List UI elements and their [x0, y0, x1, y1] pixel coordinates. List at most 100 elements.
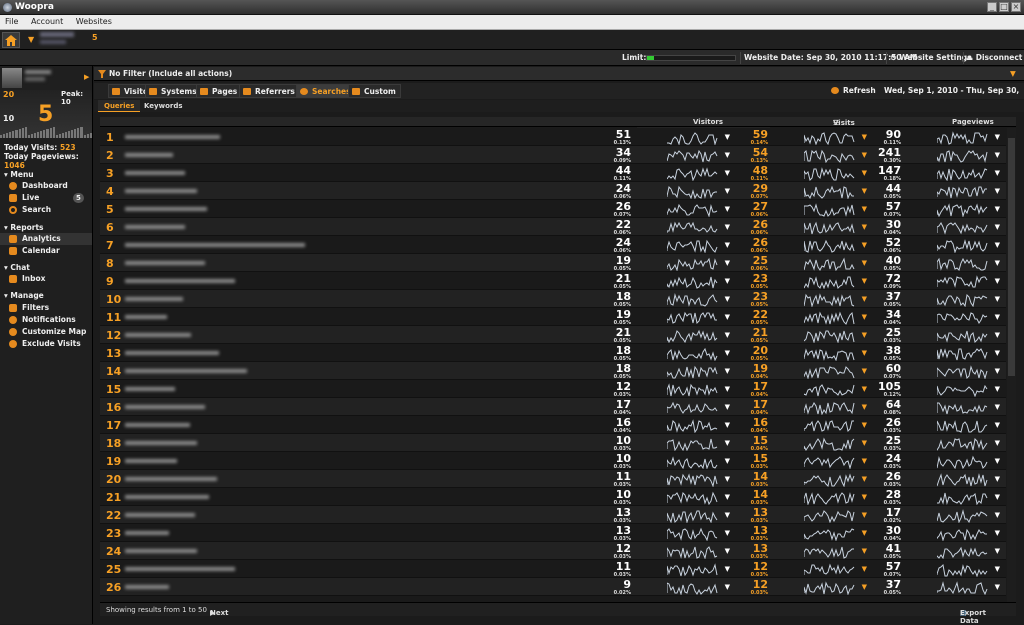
table-row[interactable]: 24 12 0.03% ▼ 13 0.03% ▼ 41 0.05% ▼: [100, 542, 1006, 560]
metric-dropdown-icon[interactable]: ▼: [995, 493, 1000, 501]
table-row[interactable]: 17 16 0.04% ▼ 16 0.04% ▼ 26 0.03% ▼: [100, 416, 1006, 434]
metric-dropdown-icon[interactable]: ▼: [995, 565, 1000, 573]
query-text-redacted[interactable]: [125, 387, 175, 391]
metric-dropdown-icon[interactable]: ▼: [725, 277, 730, 285]
close-button[interactable]: ×: [1011, 2, 1021, 12]
query-text-redacted[interactable]: [125, 189, 197, 193]
table-row[interactable]: 4 24 0.06% ▼ 29 0.07% ▼ 44 0.05% ▼: [100, 182, 1006, 200]
metric-dropdown-icon[interactable]: ▼: [995, 439, 1000, 447]
metric-dropdown-icon[interactable]: ▼: [862, 457, 867, 465]
table-row[interactable]: 14 18 0.05% ▼ 19 0.04% ▼ 60 0.07% ▼: [100, 362, 1006, 380]
metric-dropdown-icon[interactable]: ▼: [725, 331, 730, 339]
metric-dropdown-icon[interactable]: ▼: [725, 385, 730, 393]
table-row[interactable]: 9 21 0.05% ▼ 23 0.05% ▼ 72 0.09% ▼: [100, 272, 1006, 290]
query-text-redacted[interactable]: [125, 153, 173, 157]
metric-dropdown-icon[interactable]: ▼: [725, 493, 730, 501]
table-row[interactable]: 10 18 0.05% ▼ 23 0.05% ▼ 37 0.05% ▼: [100, 290, 1006, 308]
table-row[interactable]: 15 12 0.03% ▼ 17 0.04% ▼ 105 0.12% ▼: [100, 380, 1006, 398]
subtab-queries[interactable]: Queries: [98, 100, 141, 112]
metric-dropdown-icon[interactable]: ▼: [862, 151, 867, 159]
query-text-redacted[interactable]: [125, 333, 191, 337]
metric-dropdown-icon[interactable]: ▼: [995, 457, 1000, 465]
menu-websites[interactable]: Websites: [71, 15, 117, 28]
query-text-redacted[interactable]: [125, 585, 169, 589]
query-text-redacted[interactable]: [125, 441, 197, 445]
metric-dropdown-icon[interactable]: ▼: [995, 277, 1000, 285]
website-settings-button[interactable]: ⚙ Website Settings: [890, 53, 972, 62]
sidebar-item-analytics[interactable]: Analytics: [0, 233, 92, 245]
tab-custom[interactable]: Custom: [348, 84, 401, 98]
metric-dropdown-icon[interactable]: ▼: [862, 439, 867, 447]
metric-dropdown-icon[interactable]: ▼: [862, 331, 867, 339]
metric-dropdown-icon[interactable]: ▼: [725, 295, 730, 303]
table-row[interactable]: 7 24 0.06% ▼ 26 0.06% ▼ 52 0.06% ▼: [100, 236, 1006, 254]
query-text-redacted[interactable]: [125, 261, 205, 265]
metric-dropdown-icon[interactable]: ▼: [725, 259, 730, 267]
metric-dropdown-icon[interactable]: ▼: [725, 547, 730, 555]
table-row[interactable]: 12 21 0.05% ▼ 21 0.05% ▼ 25 0.03% ▼: [100, 326, 1006, 344]
tab-pages[interactable]: Pages: [196, 84, 243, 98]
metric-dropdown-icon[interactable]: ▼: [862, 511, 867, 519]
query-text-redacted[interactable]: [125, 279, 235, 283]
metric-dropdown-icon[interactable]: ▼: [862, 133, 867, 141]
metric-dropdown-icon[interactable]: ▼: [862, 205, 867, 213]
column-visitors[interactable]: Visitors: [693, 118, 723, 126]
home-button[interactable]: [2, 32, 20, 48]
refresh-button[interactable]: Refresh: [828, 84, 880, 98]
metric-dropdown-icon[interactable]: ▼: [862, 367, 867, 375]
tab-referrers[interactable]: Referrers: [239, 84, 300, 98]
table-row[interactable]: 26 9 0.02% ▼ 12 0.03% ▼ 37 0.05% ▼: [100, 578, 1006, 596]
metric-dropdown-icon[interactable]: ▼: [725, 313, 730, 321]
metric-dropdown-icon[interactable]: ▼: [862, 187, 867, 195]
metric-dropdown-icon[interactable]: ▼: [862, 493, 867, 501]
metric-dropdown-icon[interactable]: ▼: [862, 421, 867, 429]
table-row[interactable]: 16 17 0.04% ▼ 17 0.04% ▼ 64 0.08% ▼: [100, 398, 1006, 416]
table-row[interactable]: 20 11 0.03% ▼ 14 0.03% ▼ 26 0.03% ▼: [100, 470, 1006, 488]
sidebar-item-exclude-visits[interactable]: Exclude Visits: [0, 338, 92, 350]
metric-dropdown-icon[interactable]: ▼: [862, 169, 867, 177]
filter-dropdown-icon[interactable]: ▼: [1010, 69, 1016, 78]
section-chat[interactable]: ▾ Chat: [4, 263, 30, 272]
metric-dropdown-icon[interactable]: ▼: [862, 403, 867, 411]
metric-dropdown-icon[interactable]: ▼: [995, 403, 1000, 411]
metric-dropdown-icon[interactable]: ▼: [862, 277, 867, 285]
query-text-redacted[interactable]: [125, 351, 219, 355]
table-row[interactable]: 6 22 0.06% ▼ 26 0.06% ▼ 30 0.04% ▼: [100, 218, 1006, 236]
table-row[interactable]: 8 19 0.05% ▼ 25 0.06% ▼ 40 0.05% ▼: [100, 254, 1006, 272]
metric-dropdown-icon[interactable]: ▼: [862, 565, 867, 573]
metric-dropdown-icon[interactable]: ▼: [725, 529, 730, 537]
sidebar-item-inbox[interactable]: Inbox: [0, 273, 92, 285]
metric-dropdown-icon[interactable]: ▼: [862, 349, 867, 357]
sidebar-item-filters[interactable]: Filters: [0, 302, 92, 314]
query-text-redacted[interactable]: [125, 459, 177, 463]
sidebar-item-customize-map[interactable]: Customize Map: [0, 326, 92, 338]
sidebar-item-notifications[interactable]: Notifications: [0, 314, 92, 326]
metric-dropdown-icon[interactable]: ▼: [862, 475, 867, 483]
table-row[interactable]: 1 51 0.13% ▼ 59 0.14% ▼ 90 0.11% ▼: [100, 128, 1006, 146]
metric-dropdown-icon[interactable]: ▼: [725, 151, 730, 159]
metric-dropdown-icon[interactable]: ▼: [995, 367, 1000, 375]
metric-dropdown-icon[interactable]: ▼: [725, 439, 730, 447]
metric-dropdown-icon[interactable]: ▼: [995, 385, 1000, 393]
metric-dropdown-icon[interactable]: ▼: [995, 133, 1000, 141]
metric-dropdown-icon[interactable]: ▼: [725, 187, 730, 195]
metric-dropdown-icon[interactable]: ▼: [995, 529, 1000, 537]
query-text-redacted[interactable]: [125, 243, 305, 247]
query-text-redacted[interactable]: [125, 567, 235, 571]
metric-dropdown-icon[interactable]: ▼: [725, 241, 730, 249]
query-text-redacted[interactable]: [125, 225, 185, 229]
section-manage[interactable]: ▾ Manage: [4, 291, 44, 300]
metric-dropdown-icon[interactable]: ▼: [995, 583, 1000, 591]
table-row[interactable]: 5 26 0.07% ▼ 27 0.06% ▼ 57 0.07% ▼: [100, 200, 1006, 218]
metric-dropdown-icon[interactable]: ▼: [995, 475, 1000, 483]
table-row[interactable]: 3 44 0.11% ▼ 48 0.11% ▼ 147 0.18% ▼: [100, 164, 1006, 182]
metric-dropdown-icon[interactable]: ▼: [995, 421, 1000, 429]
metric-dropdown-icon[interactable]: ▼: [725, 421, 730, 429]
table-row[interactable]: 23 13 0.03% ▼ 13 0.03% ▼ 30 0.04% ▼: [100, 524, 1006, 542]
section-reports[interactable]: ▾ Reports: [4, 223, 44, 232]
table-row[interactable]: 22 13 0.03% ▼ 13 0.03% ▼ 17 0.02% ▼: [100, 506, 1006, 524]
maximize-button[interactable]: □: [999, 2, 1009, 12]
metric-dropdown-icon[interactable]: ▼: [725, 133, 730, 141]
metric-dropdown-icon[interactable]: ▼: [995, 547, 1000, 555]
metric-dropdown-icon[interactable]: ▼: [995, 151, 1000, 159]
